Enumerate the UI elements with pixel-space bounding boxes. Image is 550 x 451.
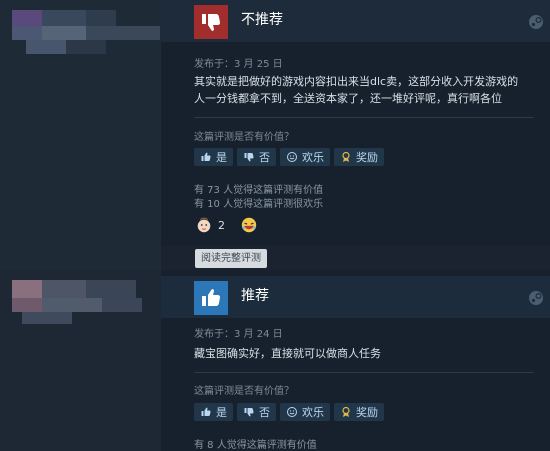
award-badge[interactable] [194,215,214,235]
vote-yes-label: 是 [216,406,227,419]
review-text-line: 其实就是把做好的游戏内容扣出来当dlc卖，这部分收入开发游戏的 [194,75,519,88]
vote-no-button[interactable]: 否 [237,148,276,166]
reviewer-avatar-pixelated[interactable] [12,10,162,58]
review-verdict: 推荐 [241,288,269,304]
reviewer-column-1 [0,0,161,270]
divider [194,372,534,373]
vote-funny-button[interactable]: 欢乐 [280,403,330,421]
thumbs-down-icon [244,408,254,417]
thumbs-down-icon [244,153,254,162]
steam-icon [529,15,543,29]
thumbs-down-icon [194,5,228,39]
review-date: 发布于：3 月 24 日 [194,329,283,340]
review-header[interactable]: 不推荐 [161,0,550,42]
reviewer-column-2 [0,270,161,451]
vote-buttons: 是 否 欢乐 奖励 [194,403,384,421]
vote-no-label: 否 [259,151,270,164]
vote-funny-button[interactable]: 欢乐 [280,148,330,166]
reviewer-avatar-pixelated[interactable] [12,280,162,328]
review-card-1: 不推荐 发布于：3 月 25 日 其实就是把做好的游戏内容扣出来当dlc卖，这部… [161,0,550,246]
award-badge[interactable] [239,215,259,235]
divider [194,117,534,118]
awards-row: 2 [194,215,259,235]
vote-yes-button[interactable]: 是 [194,403,233,421]
helpful-count: 有 8 人觉得这篇评测有价值 [194,440,317,451]
award-label: 奖励 [356,406,378,419]
baby-award-icon [197,217,211,233]
vote-funny-label: 欢乐 [302,151,324,164]
read-full-review-tooltip[interactable]: 阅读完整评测 [195,249,267,268]
vote-yes-label: 是 [216,151,227,164]
smiley-icon [287,152,297,162]
helpful-question: 这篇评测是否有价值？ [194,386,294,397]
vote-yes-button[interactable]: 是 [194,148,233,166]
steam-icon [529,291,543,305]
helpful-question: 这篇评测是否有价值？ [194,132,294,143]
review-text-line: 人一分钱都拿不到，全送资本家了，还一堆好评呢，真行啊各位 [194,92,502,105]
thumbs-up-icon [194,281,228,315]
award-button[interactable]: 奖励 [334,403,384,421]
helpful-count: 有 73 人觉得这篇评测有价值 [194,185,324,196]
review-text-line: 藏宝图确实好，直接就可以做商人任务 [194,347,381,360]
review-card-2: 推荐 发布于：3 月 24 日 藏宝图确实好，直接就可以做商人任务 这篇评测是否… [161,270,550,451]
thumbs-up-icon [201,152,211,161]
vote-no-label: 否 [259,406,270,419]
award-icon [342,406,350,417]
funny-count: 有 10 人觉得这篇评测很欢乐 [194,199,324,210]
award-label: 奖励 [356,151,378,164]
review-header[interactable]: 推荐 [161,276,550,318]
laughing-award-icon [241,217,257,233]
smiley-icon [287,407,297,417]
award-button[interactable]: 奖励 [334,148,384,166]
vote-no-button[interactable]: 否 [237,403,276,421]
vote-funny-label: 欢乐 [302,406,324,419]
review-verdict: 不推荐 [241,12,283,28]
award-count: 2 [218,218,225,232]
thumbs-up-icon [201,407,211,416]
award-icon [342,151,350,162]
review-date: 发布于：3 月 25 日 [194,59,283,70]
vote-buttons: 是 否 欢乐 奖励 [194,148,384,166]
